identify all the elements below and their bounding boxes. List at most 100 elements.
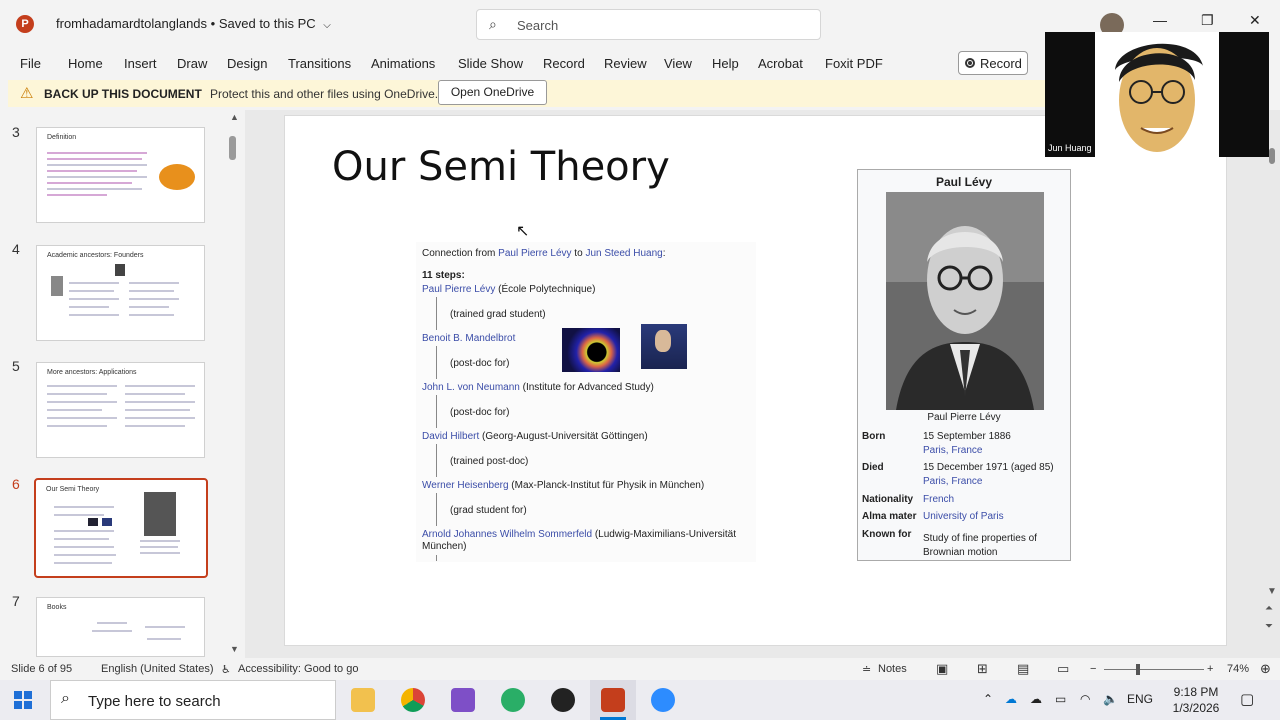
- zoom-out-button[interactable]: −: [1090, 663, 1096, 675]
- thumbnail-title: Books: [47, 604, 67, 611]
- slide-thumbnail-7[interactable]: Books: [36, 597, 205, 657]
- person-link[interactable]: Paul Pierre Lévy: [422, 284, 495, 295]
- slide-canvas[interactable]: Our Semi Theory Connection from Paul Pie…: [284, 115, 1227, 646]
- taskbar-search-placeholder: Type here to search: [88, 693, 221, 710]
- slide-title[interactable]: Our Semi Theory: [332, 144, 670, 190]
- taskbar-clock[interactable]: 9:18 PM 1/3/2026: [1160, 684, 1232, 716]
- chain-role: (post-doc for): [450, 358, 510, 369]
- tab-transitions[interactable]: Transitions: [288, 56, 351, 71]
- search-placeholder: Search: [517, 18, 559, 33]
- restore-button[interactable]: ❐: [1201, 12, 1214, 29]
- tab-draw[interactable]: Draw: [177, 56, 207, 71]
- previous-slide-icon[interactable]: ⏶: [1265, 603, 1273, 614]
- taskbar-search-input[interactable]: ⌕ Type here to search: [50, 680, 336, 720]
- record-button[interactable]: Record: [958, 51, 1028, 75]
- zoom-slider[interactable]: [1104, 669, 1204, 670]
- person-link[interactable]: David Hilbert: [422, 431, 479, 442]
- onedrive-sync-icon[interactable]: ☁: [1030, 692, 1042, 706]
- scroll-down-icon[interactable]: ▼: [230, 644, 239, 654]
- slide-sorter-icon[interactable]: ⊞: [977, 661, 988, 677]
- slide-thumbnail-6[interactable]: Our Semi Theory: [34, 478, 208, 578]
- scroll-down-icon[interactable]: ▼: [1267, 586, 1277, 597]
- infobox-link[interactable]: Paris, France: [923, 476, 982, 487]
- clock-date: 1/3/2026: [1172, 701, 1220, 715]
- thumbnail-title: Definition: [47, 134, 77, 141]
- network-icon[interactable]: ◠: [1080, 692, 1090, 706]
- person-link[interactable]: John L. von Neumann: [422, 382, 520, 393]
- normal-view-icon[interactable]: ▣: [936, 661, 948, 677]
- tab-slide-show[interactable]: Slide Show: [458, 56, 523, 71]
- show-hidden-icons-icon[interactable]: ⌃: [983, 692, 993, 706]
- battery-icon[interactable]: ▭: [1055, 692, 1066, 706]
- tab-review[interactable]: Review: [604, 56, 647, 71]
- notifications-icon[interactable]: ▢: [1240, 690, 1254, 708]
- person-link[interactable]: Benoit B. Mandelbrot: [422, 333, 515, 344]
- document-title[interactable]: fromhadamardtolanglands • Saved to this …: [56, 16, 331, 31]
- visual-studio-icon[interactable]: [451, 688, 475, 712]
- connection-heading: Connection from Paul Pierre Lévy to Jun …: [422, 248, 666, 259]
- qq-icon[interactable]: [551, 688, 575, 712]
- person-link[interactable]: Arnold Johannes Wilhelm Sommerfeld: [422, 529, 592, 540]
- tab-help[interactable]: Help: [712, 56, 739, 71]
- slide-thumbnail-4[interactable]: Academic ancestors: Founders: [36, 245, 205, 341]
- chrome-icon[interactable]: [401, 688, 425, 712]
- reading-view-icon[interactable]: ▤: [1017, 661, 1029, 677]
- tab-foxit-pdf[interactable]: Foxit PDF: [825, 56, 883, 71]
- search-icon: ⌕: [489, 16, 497, 32]
- clock-time: 9:18 PM: [1173, 685, 1219, 699]
- minimize-button[interactable]: —: [1153, 12, 1167, 28]
- infobox-label: Nationality: [862, 494, 914, 505]
- scroll-up-icon[interactable]: ▲: [230, 112, 239, 122]
- zoom-in-button[interactable]: +: [1207, 663, 1213, 675]
- close-button[interactable]: ✕: [1249, 12, 1261, 29]
- tab-home[interactable]: Home: [68, 56, 103, 71]
- infobox-link[interactable]: Paris, France: [923, 445, 982, 456]
- onedrive-icon[interactable]: ☁: [1005, 692, 1017, 706]
- open-onedrive-button[interactable]: Open OneDrive: [438, 80, 547, 105]
- fit-to-window-icon[interactable]: ⊕: [1260, 661, 1271, 677]
- backup-message-bar: ⚠ BACK UP THIS DOCUMENT Protect this and…: [8, 80, 1048, 107]
- zoom-level[interactable]: 74%: [1227, 663, 1249, 675]
- infobox-value: 15 September 1886: [923, 431, 1011, 442]
- zoom-slider-thumb[interactable]: [1136, 664, 1140, 675]
- next-slide-icon[interactable]: ⏷: [1265, 621, 1273, 632]
- slide-show-view-icon[interactable]: ▭: [1057, 661, 1069, 677]
- accessibility-status[interactable]: Accessibility: Good to go: [238, 663, 358, 675]
- infobox-name: Paul Lévy: [935, 175, 993, 189]
- video-call-overlay[interactable]: Jun Huang: [1045, 32, 1269, 157]
- file-explorer-icon[interactable]: [351, 688, 375, 712]
- slide-thumbnail-3[interactable]: Definition: [36, 127, 205, 223]
- slide-thumbnail-5[interactable]: More ancestors: Applications: [36, 362, 205, 458]
- main-scrollbar[interactable]: [1269, 148, 1275, 164]
- tab-animations[interactable]: Animations: [371, 56, 435, 71]
- tab-acrobat[interactable]: Acrobat: [758, 56, 803, 71]
- save-status: Saved to this PC: [218, 16, 316, 31]
- tab-insert[interactable]: Insert: [124, 56, 157, 71]
- powerpoint-taskbar-icon[interactable]: [601, 688, 625, 712]
- search-icon: ⌕: [61, 690, 70, 707]
- tab-file[interactable]: File: [20, 56, 41, 71]
- zoom-app-icon[interactable]: [651, 688, 675, 712]
- notes-button[interactable]: Notes: [878, 663, 907, 675]
- chain-person: Arnold Johannes Wilhelm Sommerfeld (Ludw…: [422, 529, 737, 552]
- link-paul-levy[interactable]: Paul Pierre Lévy: [498, 248, 571, 259]
- chain-person: Paul Pierre Lévy (École Polytechnique): [422, 284, 596, 295]
- wechat-icon[interactable]: [501, 688, 525, 712]
- volume-icon[interactable]: 🔈: [1103, 692, 1118, 706]
- tab-design[interactable]: Design: [227, 56, 267, 71]
- steps-label: 11 steps:: [422, 270, 465, 281]
- tab-record[interactable]: Record: [543, 56, 585, 71]
- windows-start-icon[interactable]: [14, 691, 32, 709]
- link-jun-steed-huang[interactable]: Jun Steed Huang: [585, 248, 662, 259]
- thumbnail-scrollbar[interactable]: [229, 136, 236, 160]
- infobox-link[interactable]: French: [923, 494, 954, 505]
- tab-view[interactable]: View: [664, 56, 692, 71]
- language-status[interactable]: English (United States): [101, 663, 214, 675]
- connection-chain-box[interactable]: Connection from Paul Pierre Lévy to Jun …: [416, 242, 756, 562]
- chain-role: (trained post-doc): [450, 456, 529, 467]
- input-language[interactable]: ENG: [1127, 692, 1153, 706]
- infobox-link[interactable]: University of Paris: [923, 511, 1004, 522]
- search-input[interactable]: ⌕ Search: [476, 9, 821, 40]
- person-link[interactable]: Werner Heisenberg: [422, 480, 509, 491]
- wikipedia-infobox[interactable]: Paul Lévy Paul Pierre Lévy Born 15 Septe…: [857, 169, 1071, 561]
